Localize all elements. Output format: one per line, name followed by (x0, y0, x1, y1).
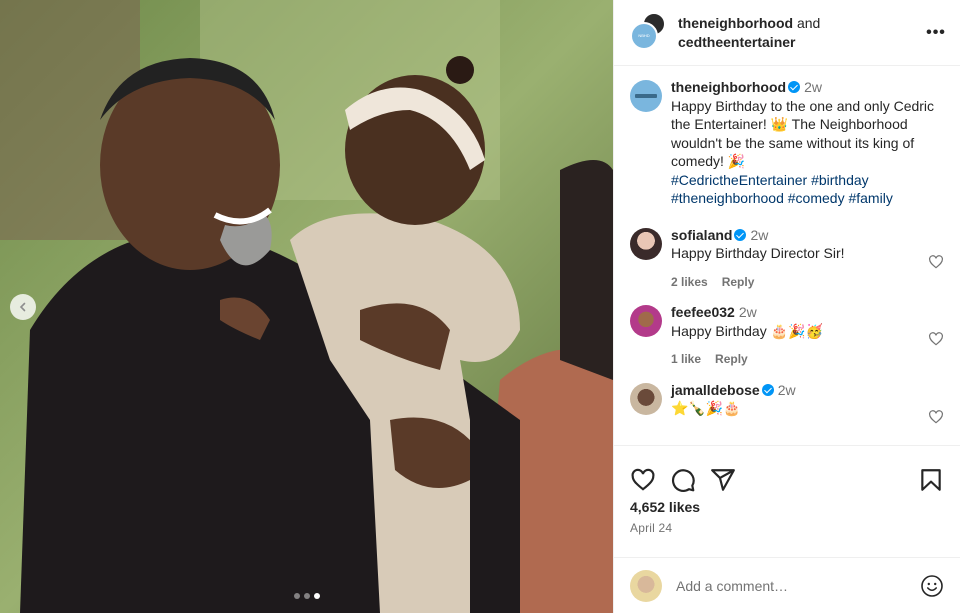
heart-icon[interactable] (630, 467, 656, 493)
caption-text: Happy Birthday to the one and only Cedri… (671, 97, 935, 170)
share-icon[interactable] (710, 467, 736, 493)
comment-text: ⭐🍾🎉🎂 (671, 400, 741, 416)
verified-badge-icon (788, 81, 801, 93)
comment-input[interactable] (676, 577, 920, 594)
caption-hashtags[interactable]: #CedrictheEntertainer #birthday #theneig… (671, 172, 893, 207)
post-actions (614, 445, 960, 501)
comment-time[interactable]: 2w (804, 79, 822, 95)
like-comment-heart-icon[interactable] (928, 331, 944, 347)
emoji-icon[interactable] (920, 574, 944, 598)
author-link[interactable]: theneighborhood (678, 15, 793, 31)
more-icon: ••• (926, 23, 946, 41)
carousel-dot (293, 593, 300, 599)
avatar: NBHD (630, 21, 658, 50)
comments-list: theneighborhood 2w Happy Birthday to the … (614, 66, 960, 445)
comment-item: sofialand 2w Happy Birthday Director Sir!… (630, 226, 944, 292)
comment-time[interactable]: 2w (750, 227, 768, 243)
comment-text: Happy Birthday 🎂🎉🥳 (671, 322, 823, 339)
post-photo[interactable] (0, 0, 613, 613)
reply-button[interactable]: Reply (715, 352, 748, 366)
chevron-left-icon (19, 302, 26, 312)
more-options-button[interactable]: ••• (926, 24, 946, 42)
comment-likes[interactable]: 2 likes (671, 275, 708, 289)
comment-username[interactable]: jamalldebose (671, 382, 760, 398)
avatar[interactable] (630, 382, 662, 415)
photo-image (0, 0, 613, 613)
previous-slide-button[interactable] (10, 294, 36, 320)
comment-item: jamalldebose 2w ⭐🍾🎉🎂 (630, 381, 944, 423)
comment-item: feefee032 2w Happy Birthday 🎂🎉🥳 1 like Rep… (630, 303, 944, 369)
avatar[interactable] (630, 80, 662, 112)
carousel-indicator (0, 593, 613, 599)
verified-badge-icon (734, 228, 747, 241)
verified-badge-icon (761, 383, 774, 396)
comment-time[interactable]: 2w (739, 304, 757, 320)
comment-time[interactable]: 2w (778, 382, 796, 398)
add-comment-bar (614, 557, 960, 613)
comment-likes[interactable]: 1 like (671, 352, 701, 366)
carousel-dot (303, 593, 310, 599)
post-dialog: NBHD theneighborhood and cedtheentertain… (0, 0, 960, 613)
post-date[interactable]: April 24 (614, 515, 960, 535)
carousel-dot-active (313, 593, 320, 599)
post-header: NBHD theneighborhood and cedtheentertain… (614, 0, 960, 66)
comment-text: Happy Birthday Director Sir! (671, 245, 845, 261)
post-authors: theneighborhood and cedtheentertainer (678, 14, 926, 52)
like-count[interactable]: 4,652 likes (614, 499, 960, 515)
comment-icon[interactable] (670, 467, 696, 493)
post-side-panel: NBHD theneighborhood and cedtheentertain… (613, 0, 960, 613)
comment-username[interactable]: sofialand (671, 227, 732, 243)
comment-username[interactable]: feefee032 (671, 304, 735, 320)
collab-avatars[interactable]: NBHD (630, 11, 672, 54)
reply-button[interactable]: Reply (722, 275, 755, 289)
caption: theneighborhood 2w Happy Birthday to the … (630, 78, 944, 208)
like-comment-heart-icon[interactable] (928, 409, 944, 425)
comment-username[interactable]: theneighborhood (671, 79, 786, 95)
avatar (630, 569, 662, 602)
author-conjunction: and (796, 14, 821, 31)
author-link[interactable]: cedtheentertainer (678, 34, 795, 50)
avatar[interactable] (630, 305, 662, 337)
like-comment-heart-icon[interactable] (928, 254, 944, 270)
bookmark-icon[interactable] (918, 467, 944, 493)
avatar[interactable] (630, 227, 662, 260)
